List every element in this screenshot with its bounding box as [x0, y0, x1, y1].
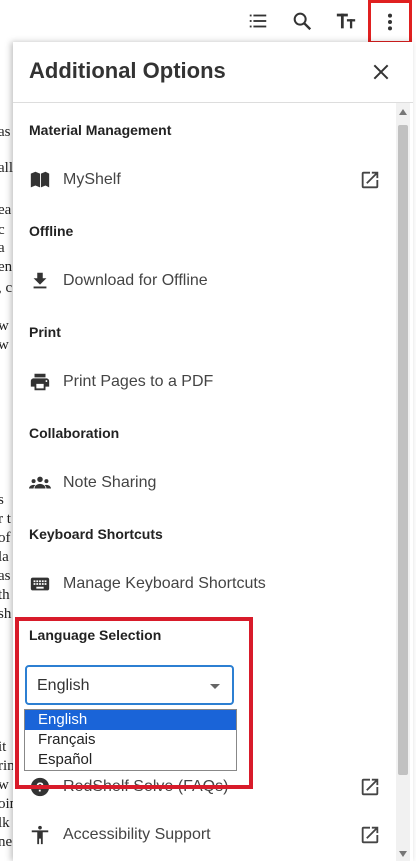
book-text-fragment: th	[0, 587, 10, 603]
panel-title: Additional Options	[29, 58, 226, 83]
book-text-fragment: en	[0, 259, 13, 275]
menu-item-label: Manage Keyboard Shortcuts	[63, 575, 266, 592]
book-text-fragment: c	[0, 222, 5, 238]
table-of-contents-button[interactable]	[240, 4, 276, 38]
print-icon	[29, 371, 51, 393]
menu-item-note-sharing[interactable]: Note Sharing	[29, 469, 385, 497]
menu-item-myshelf[interactable]: MyShelf	[29, 166, 385, 194]
search-button[interactable]	[284, 4, 320, 38]
book-text-fragment: a	[0, 240, 5, 256]
scroll-thumb[interactable]	[398, 125, 408, 775]
language-select-value: English	[37, 677, 90, 694]
menu-item-label: Print Pages to a PDF	[63, 373, 214, 390]
panel-scrollbar[interactable]	[396, 103, 410, 861]
book-icon	[29, 169, 51, 191]
close-icon	[373, 64, 389, 80]
menu-item-label: Accessibility Support	[63, 826, 211, 843]
book-text-fragment: w	[0, 777, 9, 793]
book-text-fragment: , c	[0, 280, 13, 296]
menu-item-label: MyShelf	[63, 171, 121, 188]
language-option-english[interactable]: English	[25, 710, 236, 730]
scroll-up-arrow[interactable]	[399, 109, 407, 115]
list-icon	[249, 14, 267, 28]
external-link-icon[interactable]	[359, 776, 381, 798]
top-toolbar	[0, 0, 416, 44]
section-label-keyboard-shortcuts: Keyboard Shortcuts	[29, 526, 163, 542]
book-text-fragment: all	[0, 160, 13, 176]
language-option-espanol[interactable]: Español	[25, 750, 236, 770]
text-size-button[interactable]	[328, 4, 364, 38]
chevron-down-icon	[210, 684, 220, 689]
more-vert-icon	[387, 13, 393, 31]
group-icon	[29, 472, 51, 494]
book-text-fragment: of	[0, 530, 11, 546]
book-text-fragment: s	[0, 492, 4, 508]
download-icon	[29, 270, 51, 292]
menu-item-accessibility-support[interactable]: Accessibility Support	[29, 821, 385, 849]
book-text-fragment: as	[0, 124, 11, 140]
menu-item-label: Note Sharing	[63, 474, 157, 491]
menu-item-keyboard-shortcuts[interactable]: Manage Keyboard Shortcuts	[29, 570, 385, 598]
book-page-background: as all ea c a en , c w w s r t of la as …	[0, 42, 14, 861]
section-label-language-selection: Language Selection	[29, 627, 162, 643]
book-text-fragment: lk	[0, 815, 10, 831]
external-link-icon[interactable]	[359, 824, 381, 846]
book-text-fragment: w	[0, 337, 9, 353]
book-text-fragment: r t	[0, 511, 11, 527]
search-icon	[293, 12, 312, 31]
more-options-button[interactable]	[368, 0, 412, 44]
book-text-fragment: w	[0, 318, 9, 334]
book-text-fragment: rin	[0, 758, 14, 774]
panel-header: Additional Options	[13, 42, 413, 103]
close-button[interactable]	[367, 58, 395, 86]
additional-options-panel: Additional Options Material Management M…	[13, 42, 413, 861]
section-label-material-management: Material Management	[29, 122, 172, 138]
book-text-fragment: la	[0, 549, 9, 565]
language-select[interactable]: English	[25, 665, 234, 705]
section-label-print: Print	[29, 324, 61, 340]
menu-item-label: Download for Offline	[63, 272, 208, 289]
section-label-collaboration: Collaboration	[29, 425, 120, 441]
external-link-icon[interactable]	[359, 169, 381, 191]
book-text-fragment: it	[0, 739, 7, 755]
accessibility-icon	[29, 824, 51, 846]
scroll-down-arrow[interactable]	[399, 851, 407, 857]
section-label-offline: Offline	[29, 223, 74, 239]
text-size-icon	[336, 13, 356, 29]
book-text-fragment: oin	[0, 796, 14, 812]
menu-item-print-pdf[interactable]: Print Pages to a PDF	[29, 368, 385, 396]
menu-item-download-offline[interactable]: Download for Offline	[29, 267, 385, 295]
book-text-fragment: ea	[0, 202, 12, 218]
book-text-fragment: ne	[0, 834, 13, 850]
book-text-fragment: as	[0, 568, 11, 584]
keyboard-icon	[29, 573, 51, 595]
book-text-fragment: sh	[0, 606, 12, 622]
language-options-list: English Français Español	[24, 709, 237, 771]
language-option-francais[interactable]: Français	[25, 730, 236, 750]
